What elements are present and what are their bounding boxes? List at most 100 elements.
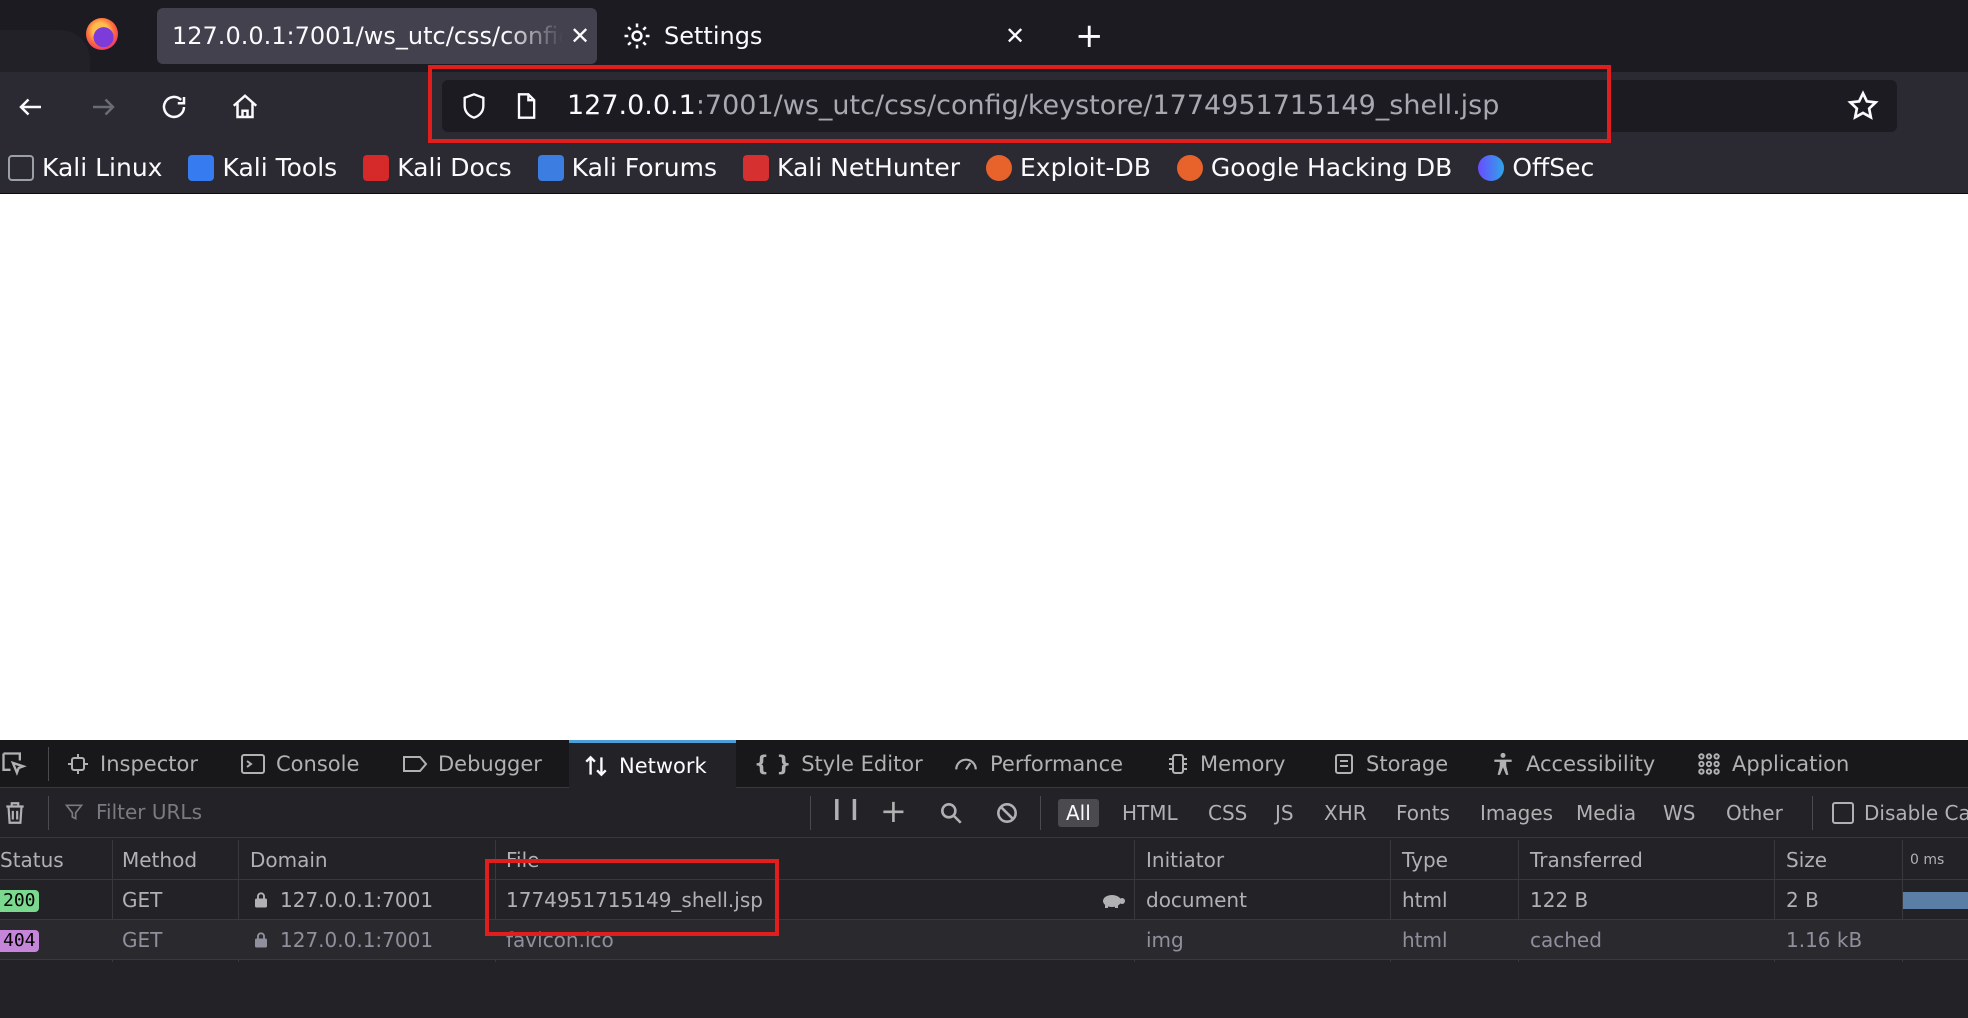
tab-accessibility[interactable]: Accessibility <box>1490 740 1655 788</box>
reload-button[interactable] <box>157 90 191 124</box>
bookmark-label: Kali Tools <box>222 153 338 182</box>
kali-dragon-decoration <box>0 30 90 72</box>
search-icon[interactable] <box>938 800 964 826</box>
tab-label: Storage <box>1366 752 1449 776</box>
bookmark-label: Google Hacking DB <box>1210 153 1453 182</box>
accessibility-icon <box>1494 752 1512 775</box>
braces-icon: { } <box>754 752 792 776</box>
tab-shell-jsp[interactable]: 127.0.0.1:7001/ws_utc/css/config/keystor… <box>157 8 597 64</box>
table-row[interactable]: 404 GET 127.0.0.1:7001 favicon.ico img h… <box>0 920 1968 960</box>
tab-console[interactable]: Console <box>240 740 359 788</box>
bookmark-kali-forums[interactable]: Kali Forums <box>537 153 717 182</box>
tab-settings[interactable]: Settings ✕ <box>612 8 1032 64</box>
pause-icon[interactable]: ❙❙ <box>828 796 863 822</box>
tab-label: Network <box>619 753 707 778</box>
domain-cell: 127.0.0.1:7001 <box>280 928 434 952</box>
bookmark-exploit-db[interactable]: Exploit-DB <box>985 153 1151 182</box>
tab-label: Inspector <box>100 752 198 776</box>
network-request-table: Status Method Domain File Initiator Type… <box>0 840 1968 962</box>
url-highlight-box <box>428 65 1611 143</box>
tab-performance[interactable]: Performance <box>952 740 1123 788</box>
tab-label: Console <box>276 752 360 776</box>
tab-title: Settings <box>664 22 763 50</box>
filter-xhr[interactable]: XHR <box>1316 799 1375 827</box>
lock-icon <box>255 892 267 908</box>
tab-label: Accessibility <box>1526 752 1656 776</box>
table-header: Status Method Domain File Initiator Type… <box>0 840 1968 880</box>
new-tab-button[interactable]: + <box>1075 16 1104 56</box>
devtools-panel: Inspector Console Debugger Network { } S… <box>0 740 1968 1018</box>
element-picker-button[interactable] <box>0 740 38 788</box>
bookmark-star-icon[interactable] <box>1847 90 1879 122</box>
bookmark-kali-tools[interactable]: Kali Tools <box>188 153 337 182</box>
filter-media[interactable]: Media <box>1568 799 1644 827</box>
disable-cache-checkbox[interactable] <box>1832 802 1854 824</box>
firefox-menu-icon[interactable] <box>86 18 118 50</box>
bookmark-google-hacking-db[interactable]: Google Hacking DB <box>1176 153 1453 182</box>
close-icon[interactable]: ✕ <box>563 22 597 50</box>
filter-css[interactable]: CSS <box>1200 799 1255 827</box>
column-transferred[interactable]: Transferred <box>1530 848 1643 872</box>
gauge-icon <box>955 758 977 771</box>
home-icon <box>232 94 258 119</box>
bookmark-label: Kali Linux <box>42 153 163 182</box>
tab-style-editor[interactable]: { } Style Editor <box>754 740 923 788</box>
reload-icon <box>162 95 186 119</box>
filter-urls-input[interactable]: Filter URLs <box>96 800 202 824</box>
bookmark-label: OffSec <box>1512 153 1595 182</box>
column-size[interactable]: Size <box>1786 848 1827 872</box>
initiator-cell: document <box>1146 888 1247 912</box>
filter-html[interactable]: HTML <box>1114 799 1186 827</box>
tab-memory[interactable]: Memory <box>1166 740 1285 788</box>
filter-all[interactable]: All <box>1058 799 1099 827</box>
filter-js[interactable]: JS <box>1267 799 1302 827</box>
bookmark-kali-nethunter[interactable]: Kali NetHunter <box>743 153 960 182</box>
bookmark-label: Kali Docs <box>397 153 512 182</box>
column-initiator[interactable]: Initiator <box>1146 848 1224 872</box>
network-toolbar: Filter URLs ❙❙ + All HTML CSS JS XHR Fon… <box>0 788 1968 838</box>
offsec-icon <box>1478 154 1505 181</box>
filter-fonts[interactable]: Fonts <box>1388 799 1458 827</box>
console-icon <box>241 754 265 774</box>
transferred-cell: cached <box>1530 928 1602 952</box>
filter-ws[interactable]: WS <box>1655 799 1703 827</box>
table-row[interactable]: 200 GET 127.0.0.1:7001 1774951715149_she… <box>0 880 1968 920</box>
kali-nethunter-icon <box>743 154 770 181</box>
home-button[interactable] <box>228 90 262 124</box>
forward-button[interactable] <box>86 90 120 124</box>
tab-label: Performance <box>990 752 1124 776</box>
method-cell: GET <box>122 928 163 952</box>
tab-inspector[interactable]: Inspector <box>66 740 198 788</box>
plus-icon[interactable]: + <box>880 792 907 830</box>
column-method[interactable]: Method <box>122 848 197 872</box>
tab-storage[interactable]: Storage <box>1332 740 1448 788</box>
block-icon[interactable] <box>994 800 1020 826</box>
column-type[interactable]: Type <box>1402 848 1448 872</box>
network-arrows-icon <box>585 755 607 776</box>
bookmark-kali-linux[interactable]: Kali Linux <box>8 153 162 182</box>
size-cell: 1.16 kB <box>1786 928 1863 952</box>
transferred-cell: 122 B <box>1530 888 1589 912</box>
picker-icon <box>2 752 27 776</box>
page-content <box>0 194 1968 740</box>
bookmark-kali-docs[interactable]: Kali Docs <box>363 153 512 182</box>
tab-debugger[interactable]: Debugger <box>402 740 542 788</box>
forward-arrow-icon <box>93 98 115 116</box>
tab-application[interactable]: Application <box>1696 740 1849 788</box>
tab-label: Style Editor <box>801 752 923 776</box>
back-button[interactable] <box>14 90 48 124</box>
tab-strip: 127.0.0.1:7001/ws_utc/css/config/keystor… <box>0 0 1968 72</box>
filter-images[interactable]: Images <box>1472 799 1561 827</box>
column-domain[interactable]: Domain <box>250 848 328 872</box>
debugger-icon <box>403 756 428 772</box>
tab-network[interactable]: Network <box>569 740 736 788</box>
disable-cache-label: Disable Ca <box>1864 801 1968 825</box>
trash-icon[interactable] <box>2 800 28 826</box>
close-icon[interactable]: ✕ <box>998 22 1032 50</box>
filter-funnel-icon <box>64 804 84 821</box>
initiator-cell: img <box>1146 928 1184 952</box>
bookmarks-toolbar: Kali Linux Kali Tools Kali Docs Kali For… <box>0 142 1968 194</box>
bookmark-offsec[interactable]: OffSec <box>1478 153 1594 182</box>
column-status[interactable]: Status <box>0 848 64 872</box>
filter-other[interactable]: Other <box>1718 799 1791 827</box>
